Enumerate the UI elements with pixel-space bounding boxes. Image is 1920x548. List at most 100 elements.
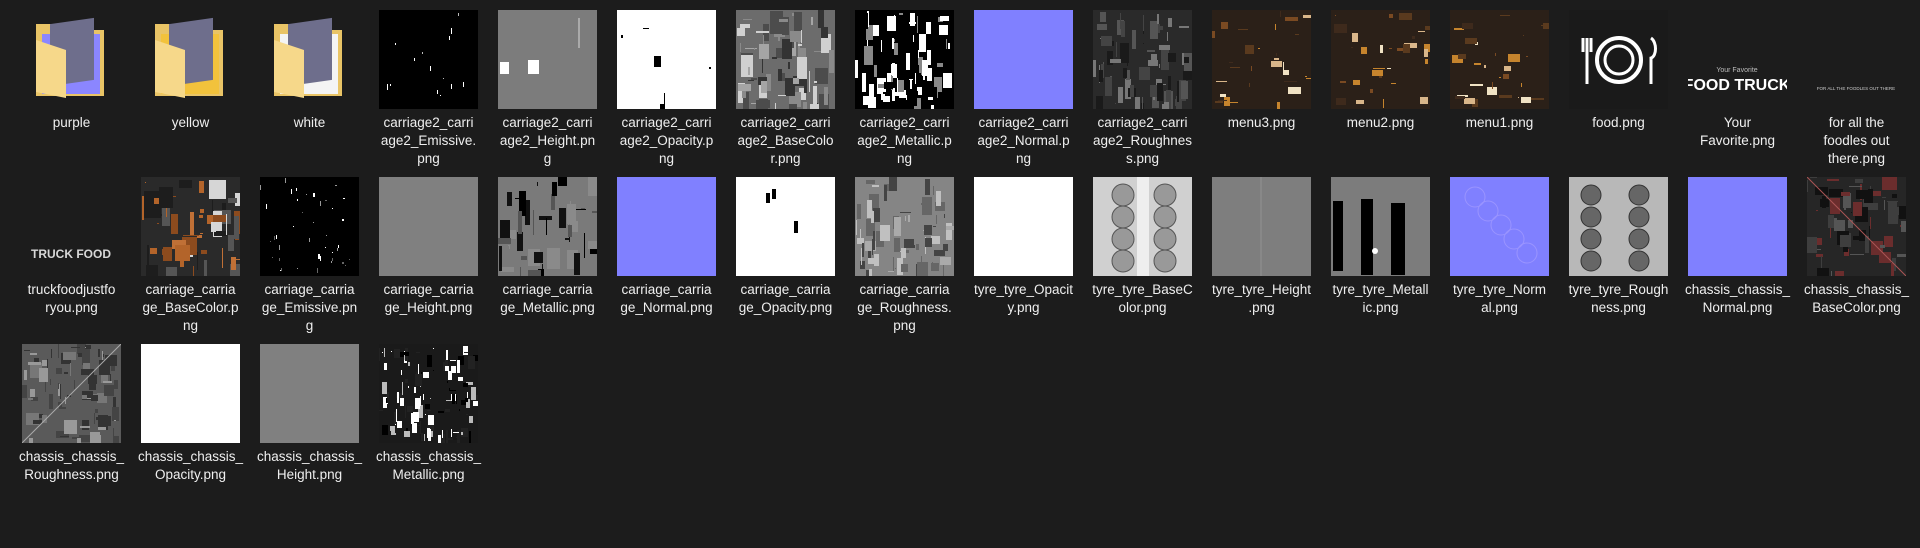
file-item-carriage-carriage-metallic-png[interactable]: carriage_carria ge_Metallic.png [488, 177, 607, 317]
file-label: carriage_carria ge_Normal.png [607, 281, 726, 317]
file-item-truckfoodjustforyou-png[interactable]: TRUCK FOOD truckfoodjustfo ryou.png [12, 177, 131, 317]
file-label-line: ic.png [1362, 300, 1399, 315]
file-item-tyre-tyre-normal-png[interactable]: tyre_tyre_Norm al.png [1440, 177, 1559, 317]
file-item-food-png[interactable]: food.png [1559, 10, 1678, 132]
file-item-tyre-tyre-height-png[interactable]: tyre_tyre_Height .png [1202, 177, 1321, 317]
file-item-carriage2-carriage2-normal-png[interactable]: carriage2_carri age2_Normal.p ng [964, 10, 1083, 168]
file-label-line: tyre_tyre_BaseC [1092, 282, 1193, 297]
file-item-carriage2-carriage2-basecolor-png[interactable]: carriage2_carri age2_BaseColo r.png [726, 10, 845, 168]
file-label: carriage_carria ge_BaseColor.p ng [131, 281, 250, 335]
file-item-carriage-carriage-height-png[interactable]: carriage_carria ge_Height.png [369, 177, 488, 317]
file-label-line: Opacity.png [154, 467, 227, 482]
file-item-tyre-tyre-opacity-png[interactable]: tyre_tyre_Opacit y.png [964, 177, 1083, 317]
file-label-line: BaseColor.png [1812, 300, 1901, 315]
image-thumbnail [498, 10, 597, 109]
file-item-for-all-the-foodles-out-there-png[interactable]: FOR ALL THE FOODLES OUT THERE for all the… [1797, 10, 1916, 168]
file-label-line: carriage_carria [264, 282, 355, 297]
file-item-carriage2-carriage2-metallic-png[interactable]: carriage2_carri age2_Metallic.p ng [845, 10, 964, 168]
file-label-line: for all the [1828, 115, 1885, 130]
file-item-carriage2-carriage2-emissive-png[interactable]: carriage2_carri age2_Emissive. png [369, 10, 488, 168]
image-thumbnail [1807, 177, 1906, 276]
file-label: menu3.png [1202, 114, 1321, 132]
file-label: carriage_carria ge_Emissive.pn g [250, 281, 369, 335]
file-item-menu3-png[interactable]: menu3.png [1202, 10, 1321, 132]
image-thumbnail [1093, 177, 1192, 276]
file-item-tyre-tyre-basecolor-png[interactable]: tyre_tyre_BaseC olor.png [1083, 177, 1202, 317]
file-item-chassis-chassis-roughness-png[interactable]: chassis_chassis_ Roughness.png [12, 344, 131, 484]
file-label: tyre_tyre_Metall ic.png [1321, 281, 1440, 317]
file-label-line: chassis_chassis_ [256, 449, 363, 464]
file-item-chassis-chassis-basecolor-png[interactable]: chassis_chassis_ BaseColor.png [1797, 177, 1916, 317]
image-thumbnail [1569, 177, 1668, 276]
file-label-line: truckfoodjustfo [27, 282, 116, 297]
image-thumbnail [1450, 177, 1549, 276]
image-thumbnail [379, 344, 478, 443]
image-thumbnail [855, 10, 954, 109]
file-label: tyre_tyre_BaseC olor.png [1083, 281, 1202, 317]
file-label-line: carriage2_carri [740, 115, 831, 130]
folder-item-yellow[interactable]: yellow [131, 10, 250, 132]
file-item-carriage-carriage-roughness-png[interactable]: carriage_carria ge_Roughness. png [845, 177, 964, 335]
file-label: for all the foodles out there.png [1797, 114, 1916, 168]
file-label-line: tyre_tyre_Opacit [973, 282, 1074, 297]
file-label-line: s.png [1125, 151, 1160, 166]
file-label-line: ge_Opacity.png [738, 300, 833, 315]
image-thumbnail [1450, 10, 1549, 109]
file-label: Your Favorite.png [1678, 114, 1797, 150]
file-label-line: purple [52, 115, 91, 130]
folder-icon [260, 10, 359, 109]
file-label-line: ng [658, 151, 675, 166]
file-item-tyre-tyre-roughness-png[interactable]: tyre_tyre_Rough ness.png [1559, 177, 1678, 317]
file-label-line: age2_Roughnes [1092, 133, 1193, 148]
file-label-line: Your [1723, 115, 1752, 130]
folder-icon [141, 10, 240, 109]
file-label-line: Favorite.png [1699, 133, 1776, 148]
file-item-menu2-png[interactable]: menu2.png [1321, 10, 1440, 132]
file-label-line: ness.png [1591, 300, 1646, 315]
file-item-menu1-png[interactable]: menu1.png [1440, 10, 1559, 132]
image-thumbnail [855, 177, 954, 276]
file-label-line: ge_Height.png [384, 300, 473, 315]
file-label: carriage2_carri age2_Emissive. png [369, 114, 488, 168]
file-item-chassis-chassis-metallic-png[interactable]: chassis_chassis_ Metallic.png [369, 344, 488, 484]
file-label-line: carriage_carria [145, 282, 236, 297]
file-label-line: carriage2_carri [621, 115, 712, 130]
file-item-chassis-chassis-normal-png[interactable]: chassis_chassis_ Normal.png [1678, 177, 1797, 317]
file-label-line: food.png [1592, 115, 1645, 130]
file-item-carriage-carriage-emissive-png[interactable]: carriage_carria ge_Emissive.pn g [250, 177, 369, 335]
file-item-chassis-chassis-height-png[interactable]: chassis_chassis_ Height.png [250, 344, 369, 484]
svg-text:Your Favorite: Your Favorite [1716, 67, 1757, 74]
folder-item-white[interactable]: white [250, 10, 369, 132]
file-item-tyre-tyre-metallic-png[interactable]: tyre_tyre_Metall ic.png [1321, 177, 1440, 317]
file-label-line: Roughness.png [24, 467, 119, 482]
file-label-line: chassis_chassis_ [18, 449, 125, 464]
file-grid: purple yellow white carriage2_carri age2_Emi… [0, 0, 1920, 548]
file-label: carriage_carria ge_Opacity.png [726, 281, 845, 317]
file-item-carriage2-carriage2-opacity-png[interactable]: carriage2_carri age2_Opacity.png [607, 10, 726, 168]
image-thumbnail [736, 177, 835, 276]
file-item-carriage-carriage-normal-png[interactable]: carriage_carria ge_Normal.png [607, 177, 726, 317]
file-item-carriage2-carriage2-height-png[interactable]: carriage2_carri age2_Height.pn g [488, 10, 607, 168]
file-label: carriage2_carri age2_Normal.p ng [964, 114, 1083, 168]
image-thumbnail [1569, 10, 1668, 109]
file-item-carriage2-carriage2-roughness-png[interactable]: carriage2_carri age2_Roughnes s.png [1083, 10, 1202, 168]
file-label-line: age2_Opacity.p [619, 133, 714, 148]
file-label-line: chassis_chassis_ [375, 449, 482, 464]
image-thumbnail [1212, 10, 1311, 109]
file-label-line: menu1.png [1465, 115, 1534, 130]
image-thumbnail [260, 177, 359, 276]
file-label: truckfoodjustfo ryou.png [12, 281, 131, 317]
image-thumbnail [617, 177, 716, 276]
file-item-your-favorite-png[interactable]: Your Favorite FOOD TRUCK Your Favorite.png [1678, 10, 1797, 150]
file-item-chassis-chassis-opacity-png[interactable]: chassis_chassis_ Opacity.png [131, 344, 250, 484]
file-item-carriage-carriage-opacity-png[interactable]: carriage_carria ge_Opacity.png [726, 177, 845, 317]
file-label-line: carriage_carria [502, 282, 593, 297]
file-item-carriage-carriage-basecolor-png[interactable]: carriage_carria ge_BaseColor.p ng [131, 177, 250, 335]
file-label: chassis_chassis_ Metallic.png [369, 448, 488, 484]
file-label-line: y.png [1007, 300, 1040, 315]
folder-item-purple[interactable]: purple [12, 10, 131, 132]
file-label-line: yellow [171, 115, 210, 130]
file-label-line: carriage_carria [859, 282, 950, 297]
file-label-line: carriage_carria [740, 282, 831, 297]
file-label-line: ge_BaseColor.p [142, 300, 239, 315]
